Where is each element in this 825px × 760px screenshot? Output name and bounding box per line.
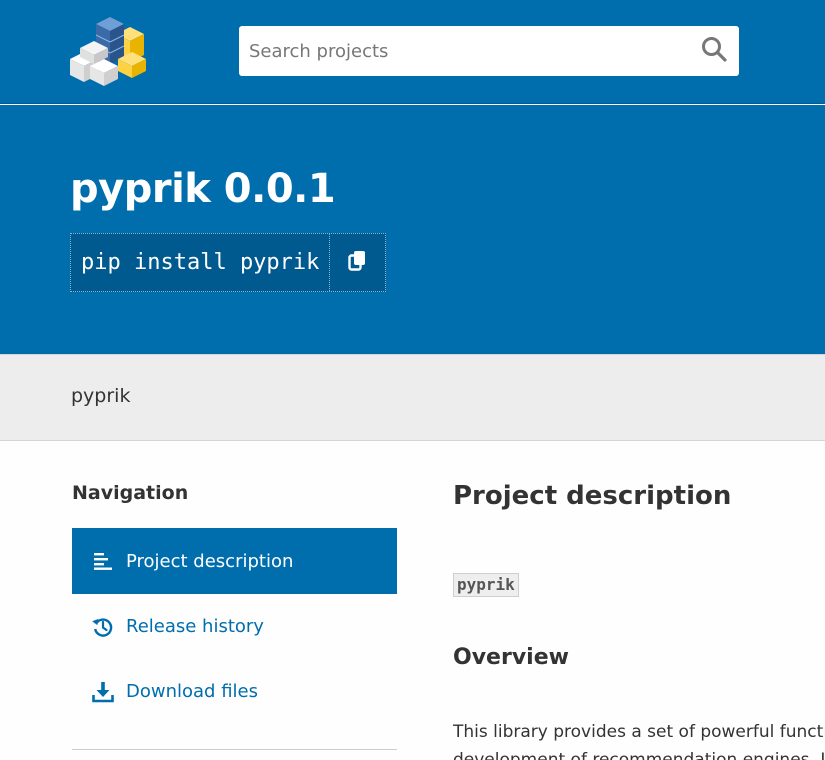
copy-icon [348,250,368,276]
download-icon [92,681,114,703]
pip-command[interactable]: pip install pyprik [71,234,331,291]
navigation-menu: Project description Release history Down… [72,528,397,724]
nav-item-download-files[interactable]: Download files [72,659,397,724]
pip-command-box: pip install pyprik [70,233,387,292]
align-left-icon [92,550,114,572]
paragraph-line: development of recommendation engines. I… [453,750,825,760]
nav-item-label: Release history [126,616,264,637]
breadcrumb-current: pyprik [71,385,131,407]
history-icon [92,616,114,638]
breadcrumb: pyprik [0,354,825,441]
package-header: pyprik 0.0.1 pip install pyprik [0,105,825,354]
nav-item-project-description[interactable]: Project description [72,528,397,594]
package-title: pyprik 0.0.1 [70,166,336,212]
code-label: pyprik [453,573,519,597]
search-box [239,26,739,76]
top-bar [0,0,825,104]
nav-item-label: Download files [126,681,258,702]
search-icon [701,36,727,66]
nav-divider [72,749,397,750]
copy-button[interactable] [330,234,385,291]
section-heading: Project description [453,481,732,511]
overview-paragraph: This library provides a set of powerful … [453,718,825,760]
overview-heading: Overview [453,645,569,670]
search-button[interactable] [697,34,731,68]
pypi-logo[interactable] [70,14,154,86]
nav-item-release-history[interactable]: Release history [72,594,397,659]
navigation-heading: Navigation [72,482,189,504]
paragraph-line: This library provides a set of powerful … [453,722,825,742]
search-input[interactable] [239,26,689,76]
nav-item-label: Project description [126,550,294,572]
